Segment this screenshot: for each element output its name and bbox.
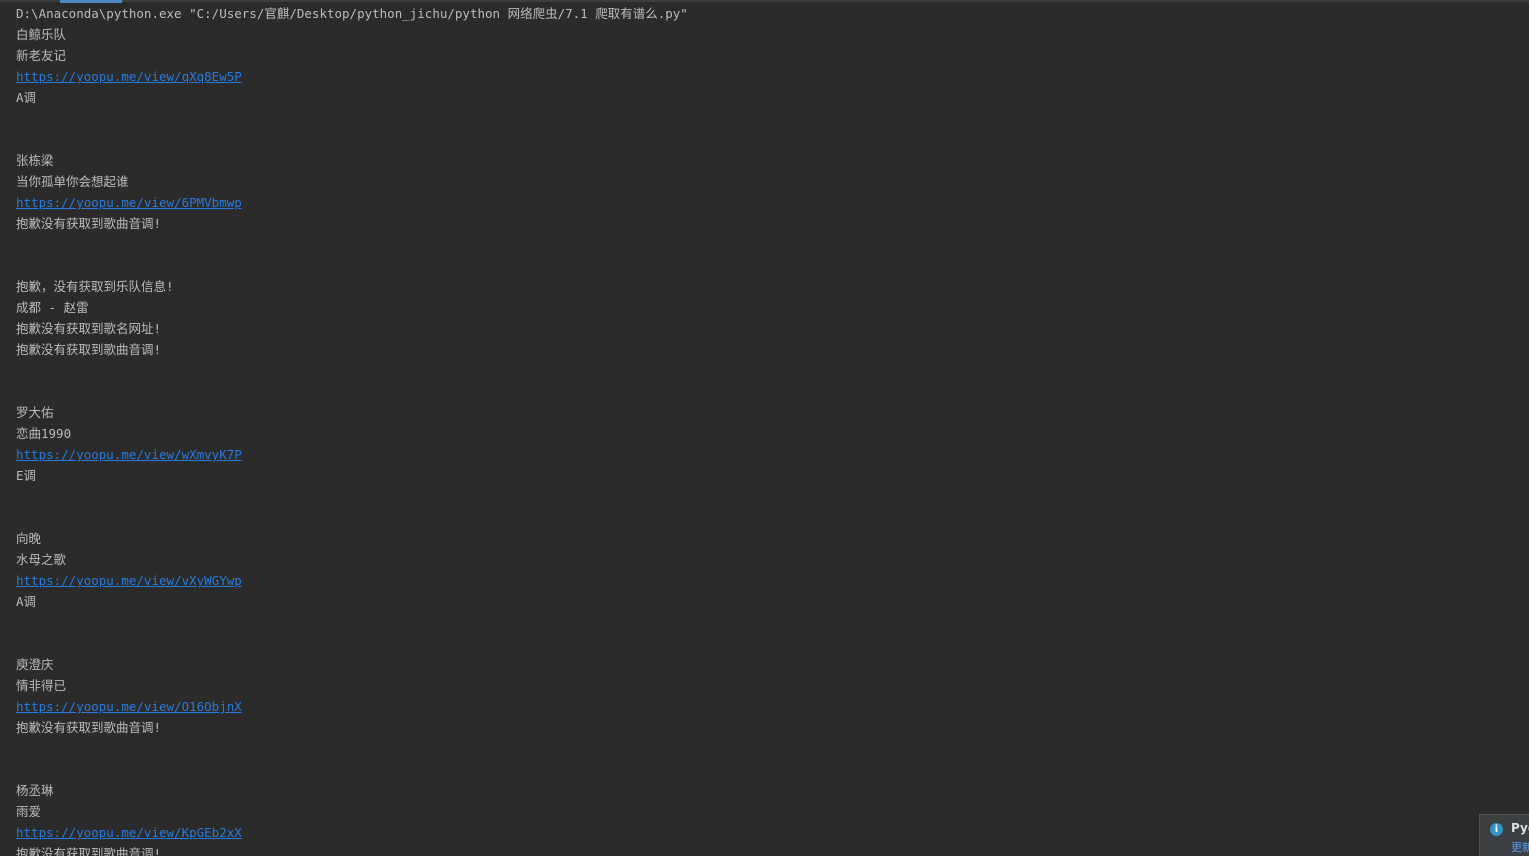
console-line: A调 [16, 594, 37, 609]
notification-update-link[interactable]: 更新 [1511, 839, 1529, 855]
run-console-output[interactable]: D:\Anaconda\python.exe "C:/Users/官麒/Desk… [0, 0, 1529, 856]
console-line: 庾澄庆 [16, 657, 54, 672]
console-line: 抱歉没有获取到歌曲音调! [16, 342, 162, 357]
console-line: 抱歉没有获取到歌曲音调! [16, 720, 162, 735]
console-line: 抱歉没有获取到歌曲音调! [16, 846, 162, 856]
console-link[interactable]: https://yoopu.me/view/KpGEb2xX [0, 822, 1529, 843]
console-line: A调 [16, 90, 37, 105]
console-line: 新老友记 [16, 48, 67, 63]
console-line: 罗大佑 [16, 405, 54, 420]
console-link[interactable]: https://yoopu.me/view/O16ObjnX [0, 696, 1529, 717]
console-line: 抱歉没有获取到歌曲音调! [16, 216, 162, 231]
console-link[interactable]: https://yoopu.me/view/qXq8Ew5P [0, 66, 1529, 87]
console-line: 抱歉，没有获取到乐队信息! [16, 279, 174, 294]
console-line: D:\Anaconda\python.exe "C:/Users/官麒/Desk… [16, 6, 688, 21]
console-link[interactable]: https://yoopu.me/view/6PMVbmwp [0, 192, 1529, 213]
console-link[interactable]: https://yoopu.me/view/wXmvyK7P [0, 444, 1529, 465]
console-line: 抱歉没有获取到歌名网址! [16, 321, 162, 336]
active-tab-indicator [60, 0, 122, 3]
console-line: 向晚 [16, 531, 42, 546]
console-line: 水母之歌 [16, 552, 67, 567]
notification-title: Pyc [1511, 821, 1529, 835]
console-line: 雨爱 [16, 804, 42, 819]
console-line: 情非得已 [16, 678, 67, 693]
info-icon: i [1490, 823, 1503, 836]
console-link[interactable]: https://yoopu.me/view/vXyWGYwp [0, 570, 1529, 591]
console-line: 恋曲1990 [16, 426, 72, 441]
console-line: E调 [16, 468, 37, 483]
console-line: 白鲸乐队 [16, 27, 67, 42]
console-line: 张栋梁 [16, 153, 54, 168]
console-line: 杨丞琳 [16, 783, 54, 798]
console-lines: D:\Anaconda\python.exe "C:/Users/官麒/Desk… [0, 3, 1529, 856]
top-border [0, 0, 1529, 2]
console-line: 成都 - 赵雷 [16, 300, 89, 315]
console-line: 当你孤单你会想起谁 [16, 174, 129, 189]
update-notification[interactable]: i Pyc 更新 [1479, 814, 1529, 856]
